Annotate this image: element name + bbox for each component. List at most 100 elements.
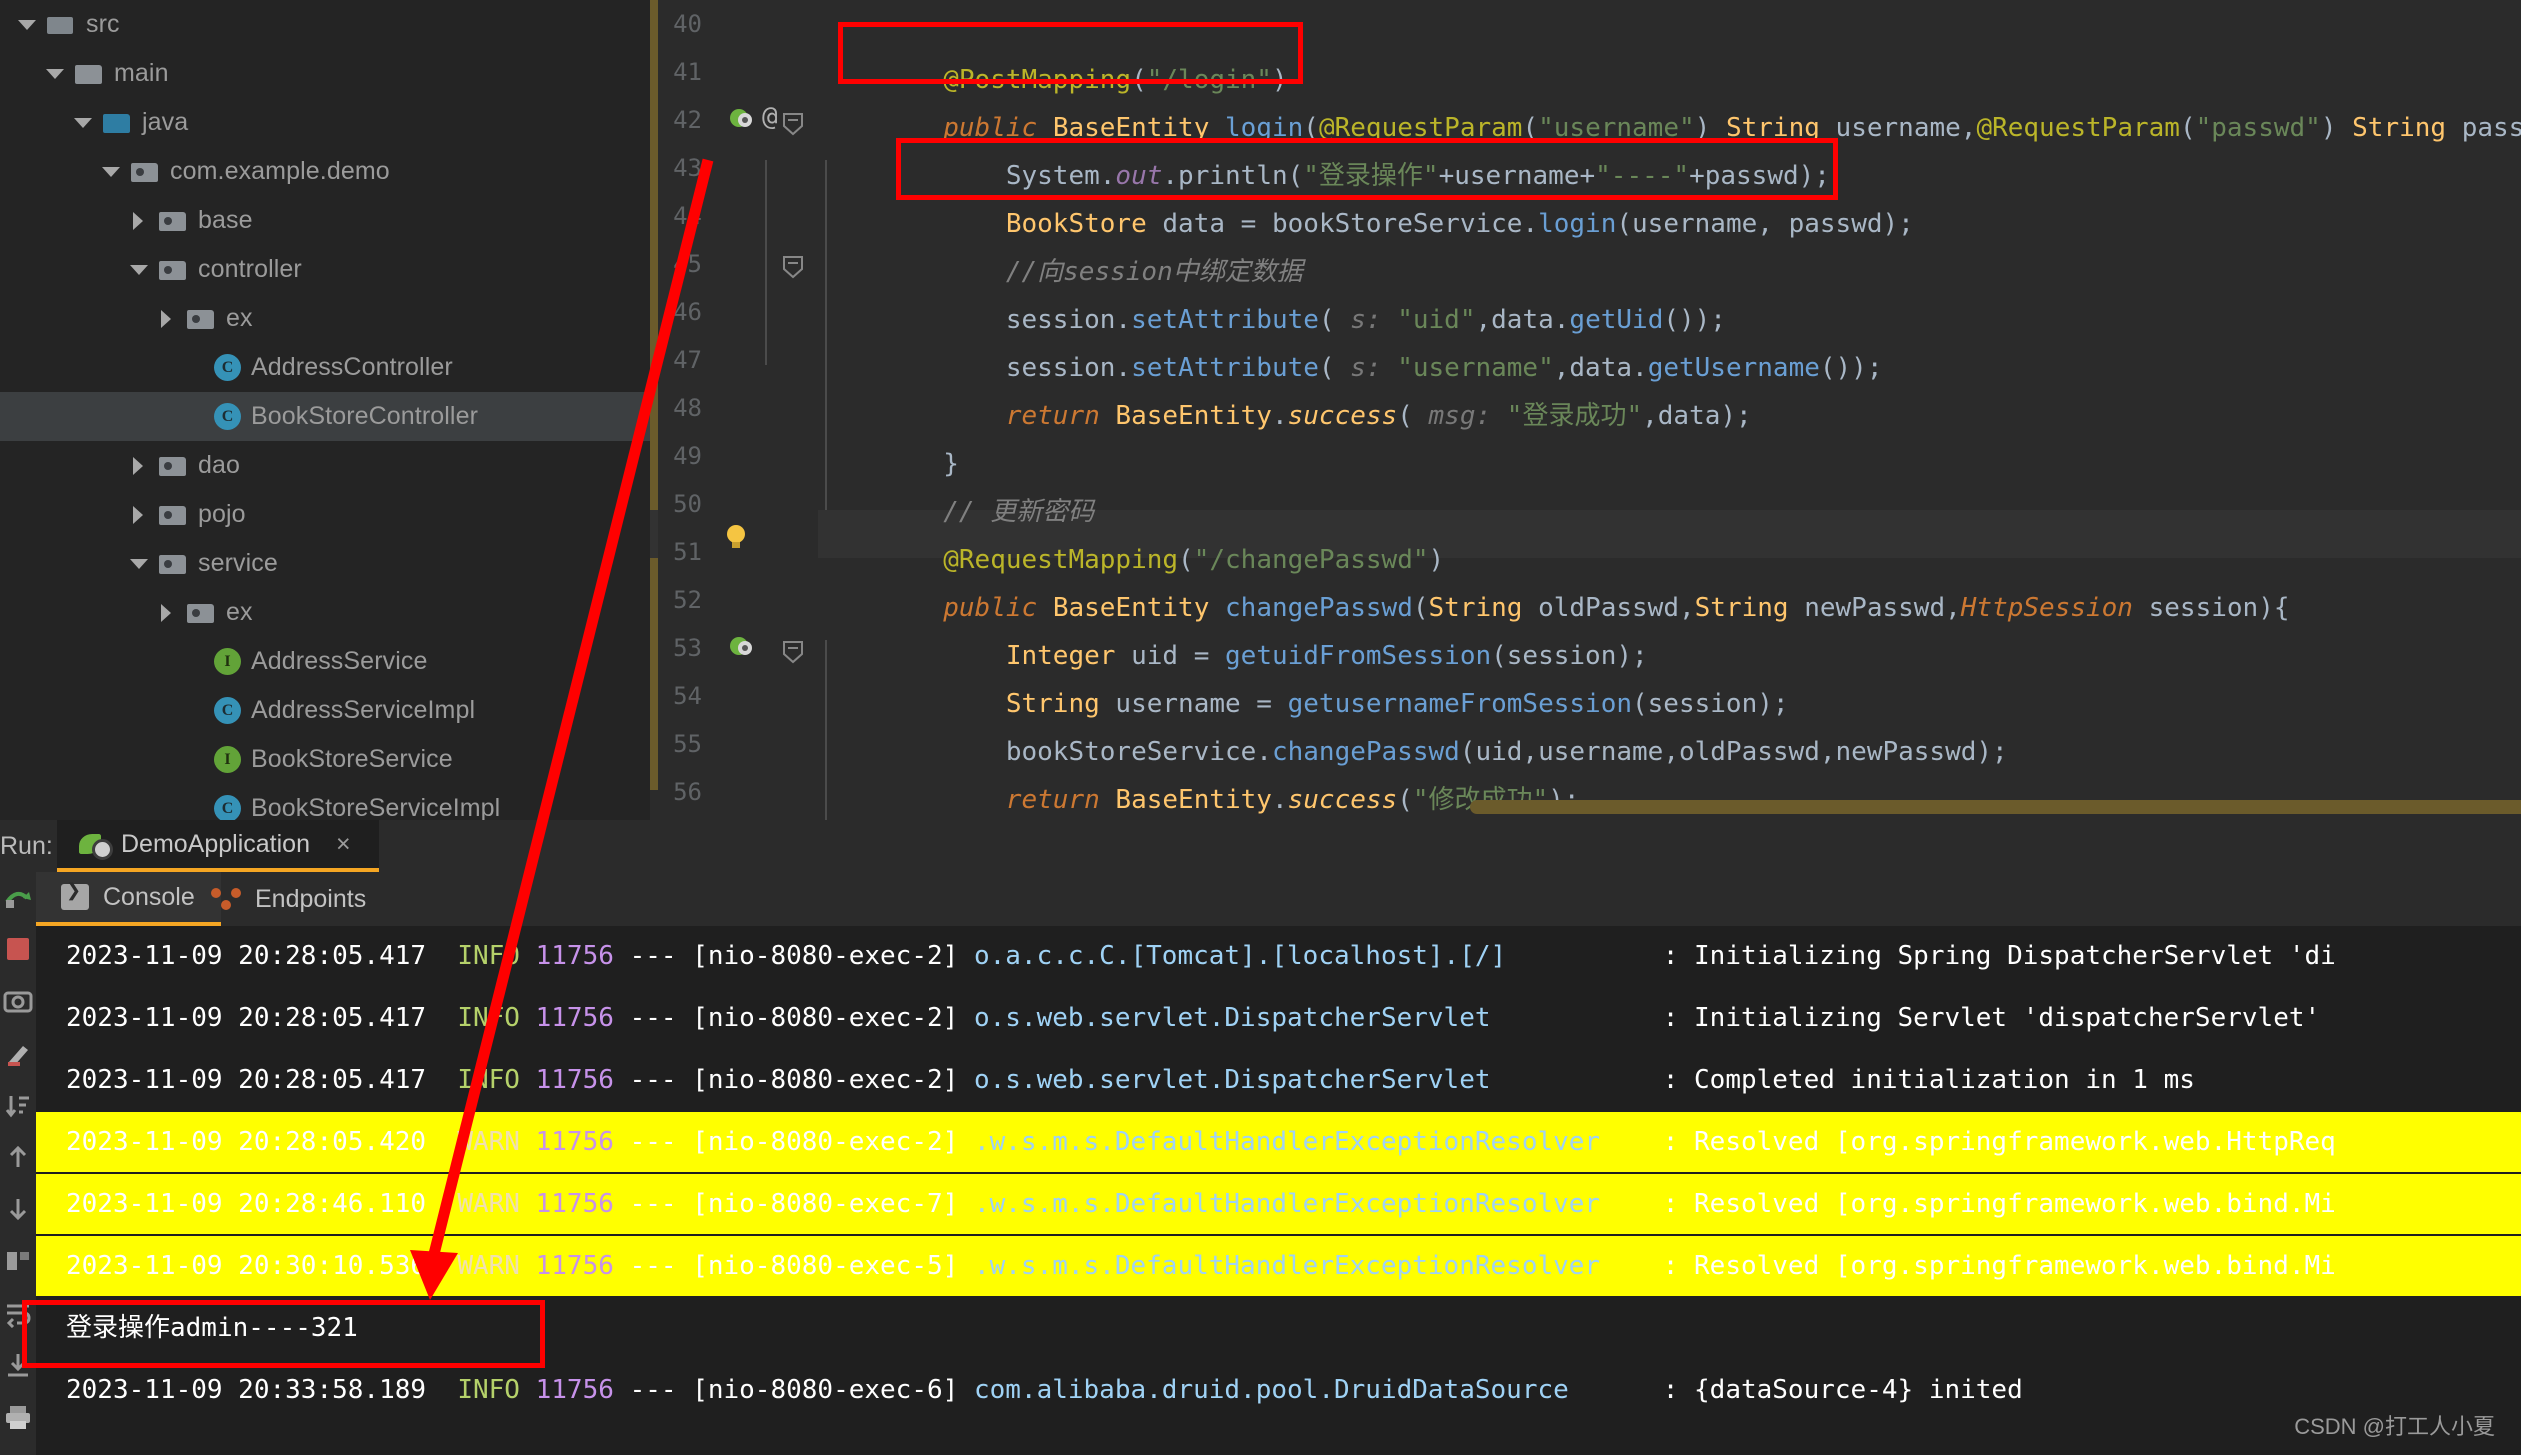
sort-icon[interactable] xyxy=(3,1090,33,1120)
chevron-down-icon[interactable] xyxy=(126,551,152,577)
log-timestamp: 2023-11-09 20:28:05.417 xyxy=(66,941,427,971)
tree-item-label: AddressServiceImpl xyxy=(251,696,476,724)
run-subtabs[interactable]: Console Endpoints xyxy=(0,872,2521,926)
tree-item-bookstoreservice[interactable]: I BookStoreService xyxy=(0,735,650,784)
line-number: 55 xyxy=(673,730,702,758)
tree-item-bookstoreserviceimpl[interactable]: C BookStoreServiceImpl xyxy=(0,784,650,820)
log-logger: com.alibaba.druid.pool.DruidDataSource xyxy=(973,1375,1663,1405)
chevron-right-icon[interactable] xyxy=(126,208,152,234)
fold-indent-bar xyxy=(825,160,827,510)
chevron-right-icon[interactable] xyxy=(154,600,180,626)
scroll-up-icon[interactable] xyxy=(3,1142,33,1172)
chevron-down-icon[interactable] xyxy=(42,61,68,87)
tree-item-base[interactable]: base xyxy=(0,196,650,245)
log-separator: --- xyxy=(629,941,677,971)
log-thread: [nio-8080-exec-2] xyxy=(692,941,959,971)
log-colon: : xyxy=(1662,1065,1679,1095)
tree-item-pojo[interactable]: pojo xyxy=(0,490,650,539)
line-number: 56 xyxy=(673,778,702,806)
log-message: Initializing Servlet 'dispatcherServlet' xyxy=(1694,1003,2321,1033)
log-level: WARN xyxy=(457,1251,520,1281)
log-pid: 11756 xyxy=(535,1189,614,1219)
package-icon xyxy=(158,502,188,528)
tab-console-label: Console xyxy=(103,882,195,911)
tree-item-addressservice[interactable]: I AddressService xyxy=(0,637,650,686)
editor-gutter[interactable]: 40 41 42 43 44 45 46 47 48 49 50 51 52 53 54 55 56 @ xyxy=(658,0,818,820)
chevron-down-icon[interactable] xyxy=(126,257,152,283)
line-number: 50 xyxy=(673,490,702,518)
console-output[interactable]: 2023-11-09 20:28:05.417 INFO 11756 --- [… xyxy=(36,926,2521,1455)
camera-icon[interactable] xyxy=(3,986,33,1016)
run-configuration-tab[interactable]: DemoApplication × xyxy=(57,820,379,872)
spring-bean-gutter-icon[interactable] xyxy=(728,104,756,138)
log-thread: [nio-8080-exec-6] xyxy=(692,1375,959,1405)
code-line-45: //向session中绑定数据 xyxy=(1005,257,1303,287)
fold-46[interactable] xyxy=(782,255,804,285)
chevron-right-icon[interactable] xyxy=(154,306,180,332)
chevron-right-icon[interactable] xyxy=(126,453,152,479)
tree-item-bookstorecontroller[interactable]: C BookStoreController xyxy=(0,392,650,441)
print-layout-icon[interactable] xyxy=(3,1246,33,1276)
chevron-down-icon[interactable] xyxy=(70,110,96,136)
log-thread: [nio-8080-exec-5] xyxy=(692,1251,959,1281)
tree-item-label: src xyxy=(86,10,120,38)
log-logger: .w.s.m.s.DefaultHandlerExceptionResolver xyxy=(973,1189,1663,1219)
log-colon: : xyxy=(1662,1003,1679,1033)
rerun-icon[interactable] xyxy=(3,882,33,912)
log-message: Initializing Spring DispatcherServlet 'd… xyxy=(1694,941,2336,971)
package-icon xyxy=(158,453,188,479)
package-icon xyxy=(186,306,216,332)
chevron-right-icon[interactable] xyxy=(126,502,152,528)
printer-icon[interactable] xyxy=(3,1402,33,1432)
code-editor[interactable]: 40 41 42 43 44 45 46 47 48 49 50 51 52 53 54 55 56 @ @Pos… xyxy=(650,0,2521,820)
tree-item-label: BookStoreServiceImpl xyxy=(251,794,501,820)
log-thread: [nio-8080-exec-2] xyxy=(692,1127,959,1157)
log-pid: 11756 xyxy=(535,1251,614,1281)
line-number: 43 xyxy=(673,154,702,182)
tree-item-dao[interactable]: dao xyxy=(0,441,650,490)
log-timestamp: 2023-11-09 20:33:58.189 xyxy=(66,1375,427,1405)
scroll-down-icon[interactable] xyxy=(3,1194,33,1224)
tree-item-addresscontroller[interactable]: C AddressController xyxy=(0,343,650,392)
spring-bean-gutter-icon-2[interactable] xyxy=(728,632,756,666)
tree-item-service[interactable]: service xyxy=(0,539,650,588)
line-number: 48 xyxy=(673,394,702,422)
project-tool-window[interactable]: src main java com.example.demo base controlle… xyxy=(0,0,650,820)
console-icon xyxy=(61,880,89,910)
editor-code-area[interactable]: @PostMapping("/login") public BaseEntity… xyxy=(818,0,2521,820)
tree-item-label: AddressService xyxy=(251,647,428,675)
tree-item-src[interactable]: src xyxy=(0,0,650,49)
log-thread: [nio-8080-exec-7] xyxy=(692,1189,959,1219)
tab-endpoints[interactable]: Endpoints xyxy=(185,872,392,926)
log-pid: 11756 xyxy=(535,1127,614,1157)
console-line: 2023-11-09 20:33:58.189 INFO 11756 --- [… xyxy=(36,1360,2023,1420)
tree-item-ex[interactable]: ex xyxy=(0,294,650,343)
highlight-pen-icon[interactable] xyxy=(3,1038,33,1068)
stop-icon[interactable] xyxy=(3,934,33,964)
log-timestamp: 2023-11-09 20:28:05.420 xyxy=(66,1127,427,1157)
line-number: 42 xyxy=(673,106,702,134)
tree-item-main[interactable]: main xyxy=(0,49,650,98)
tree-item-addressserviceimpl[interactable]: C AddressServiceImpl xyxy=(0,686,650,735)
tree-item-label: dao xyxy=(198,451,241,479)
package-icon xyxy=(158,208,188,234)
chevron-down-icon[interactable] xyxy=(98,159,124,185)
tree-item-controller[interactable]: controller xyxy=(0,245,650,294)
chevron-down-icon[interactable] xyxy=(14,12,40,38)
intention-bulb-icon[interactable] xyxy=(722,522,750,558)
tree-item-com-example-demo[interactable]: com.example.demo xyxy=(0,147,650,196)
editor-horizontal-scrollbar[interactable] xyxy=(1470,800,2521,814)
fold-collapse-42[interactable] xyxy=(782,112,804,142)
tree-item-ex[interactable]: ex xyxy=(0,588,650,637)
log-level: INFO xyxy=(457,1003,520,1033)
log-separator: --- xyxy=(629,1065,677,1095)
fold-52[interactable] xyxy=(782,640,804,670)
line-number: 49 xyxy=(673,442,702,470)
log-colon: : xyxy=(1662,941,1679,971)
close-icon[interactable]: × xyxy=(336,830,351,859)
tree-item-java[interactable]: java xyxy=(0,98,650,147)
code-line-47: session.setAttribute( s: "username",data… xyxy=(1005,353,1883,383)
tree-item-label: pojo xyxy=(198,500,246,528)
